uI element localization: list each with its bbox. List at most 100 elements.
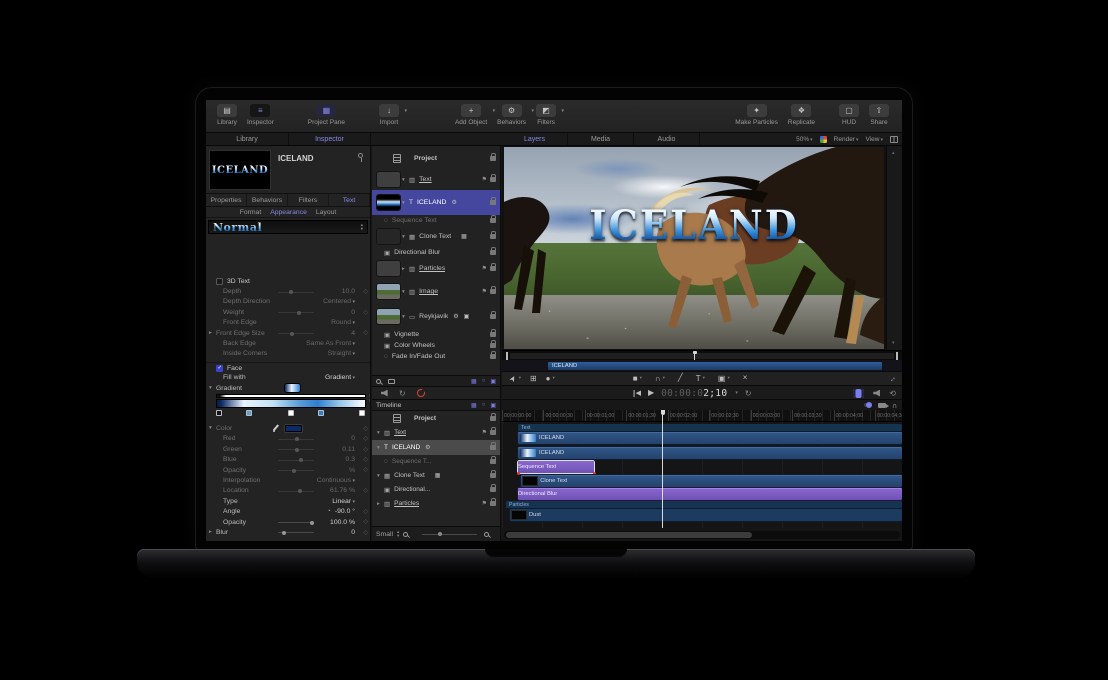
inspector-row[interactable]: Opacity ◔ % ◇ bbox=[206, 465, 370, 475]
disclosure-icon[interactable]: ▾ bbox=[209, 425, 216, 431]
parameter-value[interactable]: Centered bbox=[323, 298, 355, 305]
lock-icon[interactable] bbox=[490, 445, 496, 450]
layer-name[interactable]: Particles bbox=[394, 500, 419, 507]
layer-name[interactable]: Clone Text bbox=[419, 233, 451, 240]
inspector-row[interactable]: Inside Corners ◔ Straight ◇ bbox=[206, 349, 370, 359]
timeline-zoom-slider[interactable] bbox=[422, 534, 477, 535]
gradient-preset-icon[interactable] bbox=[285, 384, 300, 392]
layer-row[interactable]: ▾ ▥ Image ⚑ bbox=[372, 279, 500, 304]
filters-button[interactable]: ◩ Filters bbox=[531, 100, 561, 132]
inspector-row[interactable]: Interpolation ◔ Continuous ◇ bbox=[206, 475, 370, 485]
parameter-value[interactable]: 100.0 % bbox=[330, 519, 355, 526]
inspector-row[interactable]: Depth ◔ 10.0 ◇ bbox=[206, 286, 370, 296]
keyframe-track-icon[interactable]: ○ bbox=[482, 402, 486, 409]
video-track-icon[interactable]: ▦ bbox=[471, 402, 477, 409]
inspector-row[interactable]: Face ◔ ◇ bbox=[206, 362, 370, 372]
inspector-row[interactable]: Back Edge ◔ Same As Front ◇ bbox=[206, 338, 370, 348]
lock-icon[interactable] bbox=[490, 250, 496, 255]
parameter-value[interactable]: 0 bbox=[351, 309, 355, 316]
parameter-value[interactable]: Linear bbox=[332, 498, 355, 505]
gradient-stop[interactable] bbox=[359, 410, 365, 416]
pane-tab[interactable]: Media bbox=[568, 133, 634, 145]
range-start-marker[interactable] bbox=[506, 352, 508, 360]
keyframe-icon[interactable]: ◇ bbox=[363, 329, 368, 336]
slider[interactable] bbox=[278, 491, 314, 492]
disclosure-icon[interactable]: ▸ bbox=[209, 529, 216, 535]
inspector-row[interactable]: ▸ Front Edge Size ◔ 4 ◇ bbox=[206, 328, 370, 338]
camera-icon[interactable] bbox=[878, 403, 886, 408]
bezier-tool[interactable]: ∩ bbox=[655, 373, 665, 384]
gradient-color-bar[interactable] bbox=[216, 399, 366, 408]
layer-name[interactable]: ICELAND bbox=[392, 444, 420, 451]
search-icon[interactable] bbox=[376, 379, 381, 384]
snap-magnet-icon[interactable]: ∪ bbox=[892, 403, 897, 408]
inspector-row[interactable]: Front Edge ◔ Round ◇ bbox=[206, 318, 370, 328]
layer-name[interactable]: Sequence T... bbox=[392, 458, 432, 465]
blend-toggle-icon[interactable]: ▣ bbox=[490, 378, 496, 385]
keyframe-icon[interactable]: ◇ bbox=[363, 529, 368, 536]
pane-tab[interactable]: Layers bbox=[502, 133, 568, 145]
lock-icon[interactable] bbox=[490, 354, 496, 359]
channels-icon[interactable] bbox=[820, 136, 827, 143]
layer-name[interactable]: Image bbox=[419, 288, 438, 295]
timeline-layer-row[interactable]: ▾ T ICELAND ⚙ bbox=[372, 440, 500, 455]
parameter-value[interactable]: -90.0 ° bbox=[335, 508, 355, 515]
flag-icon[interactable]: ⚑ bbox=[482, 429, 487, 436]
layout-grid-icon[interactable] bbox=[890, 136, 898, 143]
inspector-row[interactable]: ▸ Blur ◔ 0 ◇ bbox=[206, 527, 370, 537]
lock-icon[interactable] bbox=[490, 473, 496, 478]
layer-name[interactable]: Color Wheels bbox=[394, 342, 435, 349]
layer-row[interactable]: ▾ ▭ Reykjavik ⚙ ▣ bbox=[372, 304, 500, 329]
inspector-tab[interactable]: Properties bbox=[206, 194, 247, 206]
import-button[interactable]: ↓ Import bbox=[374, 100, 404, 132]
flag-icon[interactable]: ⚑ bbox=[482, 500, 487, 507]
inspector-row[interactable]: Location ◔ 61.76 % ◇ bbox=[206, 486, 370, 496]
playhead-sync-toggle[interactable] bbox=[864, 403, 872, 407]
scroll-up-icon[interactable]: ▴ bbox=[892, 150, 895, 156]
inspector-row[interactable]: Fill with ◔ Gradient ◇ bbox=[206, 373, 370, 383]
parameter-value[interactable]: 0.3 bbox=[346, 456, 355, 463]
lock-icon[interactable] bbox=[490, 177, 496, 182]
disclosure-icon[interactable]: ▾ bbox=[377, 445, 384, 451]
parameter-value[interactable]: Round bbox=[331, 319, 355, 326]
timeline-clip-bar[interactable]: Dust bbox=[510, 509, 902, 521]
slider[interactable] bbox=[278, 292, 314, 293]
inspector-subtab[interactable]: Format bbox=[240, 209, 262, 216]
layer-row[interactable]: ▣ Color Wheels bbox=[372, 340, 500, 351]
timeline-clip-bar[interactable]: Clone Text bbox=[521, 475, 902, 487]
disclosure-icon[interactable]: ▾ bbox=[377, 430, 384, 436]
previous-frame-button[interactable]: ◀ bbox=[634, 390, 641, 397]
layer-name[interactable]: Particles bbox=[419, 265, 445, 272]
text-tool[interactable]: T bbox=[696, 373, 705, 384]
lock-icon[interactable] bbox=[490, 430, 496, 435]
layer-name[interactable]: Project bbox=[414, 155, 437, 162]
keyframe-icon[interactable]: ◇ bbox=[363, 435, 368, 442]
mask-tool[interactable]: ▣ bbox=[718, 373, 730, 384]
flag-icon[interactable]: ⚑ bbox=[482, 288, 487, 295]
layer-name[interactable]: Text bbox=[394, 429, 406, 436]
parameter-value[interactable]: 0 bbox=[351, 529, 355, 536]
layers-toggle-icon[interactable]: ▦ bbox=[471, 378, 477, 385]
layer-row[interactable]: ▣ Directional Blur bbox=[372, 247, 500, 258]
lock-icon[interactable] bbox=[490, 289, 496, 294]
keyframe-icon[interactable]: ◇ bbox=[363, 487, 368, 494]
transform-tool[interactable]: ⊞ bbox=[530, 374, 537, 384]
canvas-scrollbar[interactable]: ▴ ▾ bbox=[886, 146, 902, 350]
layer-row[interactable]: ▣ Vignette bbox=[372, 329, 500, 340]
zoom-in-icon[interactable] bbox=[484, 532, 489, 537]
canvas-clip-bar[interactable]: ICELAND bbox=[548, 362, 882, 370]
slider[interactable] bbox=[278, 439, 314, 440]
timeline-layer-row[interactable]: ▸ ▥ Particles ⚑ bbox=[372, 496, 500, 511]
layer-name[interactable]: Directional... bbox=[394, 486, 430, 493]
lock-icon[interactable] bbox=[490, 501, 496, 506]
inspector-row[interactable]: Angle ◔ -90.0 ° ◇ bbox=[206, 506, 370, 516]
checkbox[interactable] bbox=[216, 278, 223, 285]
audio-icon[interactable] bbox=[873, 390, 880, 397]
add-object-button[interactable]: + Add Object bbox=[450, 100, 492, 132]
paint-stroke-tool[interactable]: ╱ bbox=[678, 373, 683, 384]
lock-icon[interactable] bbox=[490, 343, 496, 348]
gradient-stop[interactable] bbox=[288, 410, 294, 416]
inspector-tab[interactable]: Behaviors bbox=[247, 194, 288, 206]
disclosure-icon[interactable]: ▸ bbox=[377, 501, 384, 507]
gradient-stop[interactable] bbox=[318, 410, 324, 416]
